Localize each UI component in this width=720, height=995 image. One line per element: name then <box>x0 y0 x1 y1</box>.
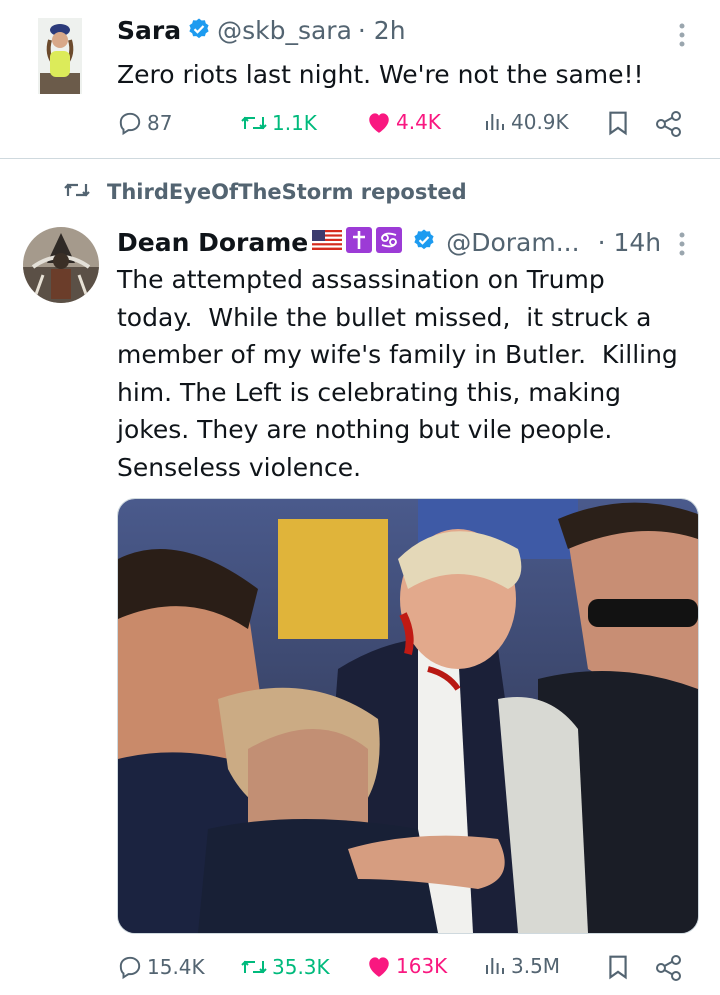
repost-count: 1.1K <box>272 111 317 135</box>
views-icon <box>483 110 507 134</box>
avatar[interactable] <box>23 227 99 303</box>
more-icon[interactable] <box>676 22 688 50</box>
author-name[interactable]: Sara <box>117 16 181 45</box>
reply-count: 87 <box>147 111 173 135</box>
cancer-sign-icon <box>376 227 403 257</box>
author-name[interactable]: Dean Dorame <box>117 228 308 257</box>
repost-icon <box>240 110 268 136</box>
like-button[interactable]: 163K <box>366 954 447 978</box>
repost-button[interactable]: 35.3K <box>240 954 330 980</box>
repost-banner[interactable]: ThirdEyeOfTheStorm reposted <box>107 180 467 204</box>
reply-icon <box>117 110 143 136</box>
bookmark-icon[interactable] <box>607 110 629 140</box>
us-flag-icon <box>312 230 343 254</box>
reply-button[interactable]: 87 <box>117 110 172 136</box>
more-icon[interactable] <box>676 231 688 259</box>
share-icon[interactable] <box>655 111 683 141</box>
views-button[interactable]: 3.5M <box>483 954 560 978</box>
author-handle[interactable]: @skb_sara <box>217 16 352 45</box>
timestamp[interactable]: · 14h <box>598 228 662 257</box>
like-count: 4.4K <box>396 110 441 134</box>
like-count: 163K <box>396 954 448 978</box>
views-button[interactable]: 40.9K <box>483 110 569 134</box>
tweet-text: The attempted assassination on Trump tod… <box>117 261 707 487</box>
tweet-text: Zero riots last night. We're not the sam… <box>117 60 644 89</box>
tweet-text-line: The attempted assassination on Trump <box>117 265 605 294</box>
tweet-text-line: today. While the bullet missed, it struc… <box>117 302 652 332</box>
like-icon <box>366 110 392 134</box>
repost-icon <box>240 954 268 980</box>
timestamp[interactable]: · 2h <box>358 16 406 45</box>
like-icon <box>366 954 392 978</box>
tweet-text-line: him. The Left is celebrating this, makin… <box>117 377 622 407</box>
tweet-text-line: member of my wife's family in Butler. Ki… <box>117 340 678 370</box>
tweet-text-line: Senseless violence. <box>117 452 362 482</box>
reply-button[interactable]: 15.4K <box>117 954 205 980</box>
reply-icon <box>117 954 143 980</box>
repost-icon <box>63 178 91 206</box>
views-count: 3.5M <box>511 954 561 978</box>
tweet-photo[interactable] <box>117 498 699 934</box>
tweet-text-line: jokes. They are nothing but vile people. <box>117 415 613 445</box>
bookmark-icon[interactable] <box>607 954 629 984</box>
avatar[interactable] <box>38 18 82 94</box>
share-icon[interactable] <box>655 955 683 985</box>
like-button[interactable]: 4.4K <box>366 110 441 134</box>
verified-icon <box>187 17 211 45</box>
divider <box>0 158 720 159</box>
views-icon <box>483 954 507 978</box>
cross-icon <box>346 227 373 257</box>
repost-count: 35.3K <box>272 955 330 979</box>
views-count: 40.9K <box>511 110 569 134</box>
repost-button[interactable]: 1.1K <box>240 110 317 136</box>
author-handle[interactable]: @Doram... <box>446 228 579 257</box>
reply-count: 15.4K <box>147 955 205 979</box>
verified-icon <box>412 228 436 256</box>
